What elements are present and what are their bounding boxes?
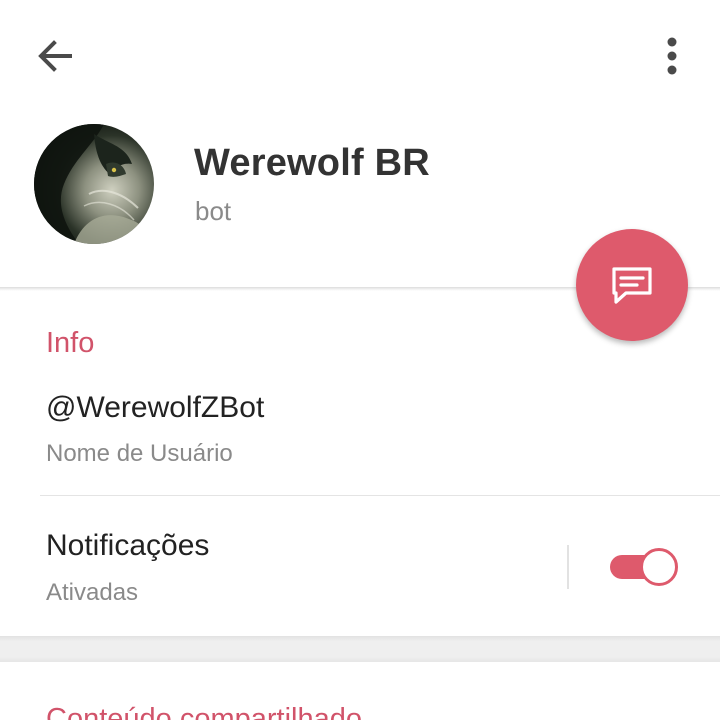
more-vertical-icon	[667, 37, 677, 75]
shared-content-section: Conteúdo compartilhado	[0, 662, 720, 720]
send-message-button[interactable]	[576, 229, 688, 341]
username-value: @WerewolfZBot	[46, 391, 265, 424]
shared-section-title[interactable]: Conteúdo compartilhado	[46, 703, 362, 720]
username-caption: Nome de Usuário	[46, 440, 233, 467]
section-gap	[0, 636, 720, 662]
notifications-status: Ativadas	[46, 579, 139, 606]
vertical-separator	[567, 545, 569, 589]
username-row[interactable]: @WerewolfZBot Nome de Usuário	[0, 380, 720, 495]
toggle-knob	[640, 548, 678, 586]
top-bar	[0, 0, 720, 112]
profile-name: Werewolf BR	[194, 142, 430, 184]
more-options-button[interactable]	[650, 30, 694, 82]
message-icon	[612, 267, 652, 304]
info-section-title: Info	[46, 327, 95, 359]
wolf-avatar-image	[34, 124, 154, 244]
notifications-label: Notificações	[46, 529, 210, 562]
profile-status: bot	[195, 196, 232, 226]
notifications-toggle[interactable]	[610, 548, 678, 586]
arrow-left-icon	[38, 40, 72, 72]
back-button[interactable]	[30, 34, 82, 78]
avatar[interactable]	[34, 124, 154, 244]
